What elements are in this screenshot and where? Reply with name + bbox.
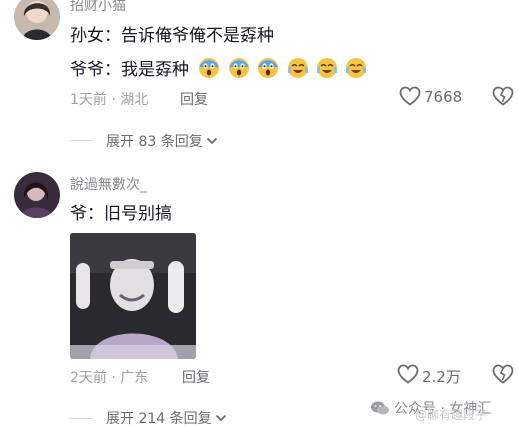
heart-icon[interactable] [399, 86, 421, 106]
tearful-face-emoji [287, 58, 308, 78]
avatar[interactable] [14, 0, 60, 40]
expand-replies-label: 展开 214 条回复 [106, 411, 212, 427]
like-count: 7668 [424, 88, 463, 106]
broken-heart-icon[interactable] [492, 86, 514, 106]
screaming-face-emoji [228, 58, 249, 78]
reply-button[interactable]: 回复 [180, 89, 208, 109]
avatar[interactable] [14, 172, 60, 218]
wechat-icon [371, 401, 389, 415]
screaming-face-emoji [258, 58, 279, 78]
tearful-face-emoji [346, 58, 367, 78]
heart-icon[interactable] [397, 364, 419, 384]
like-count: 2.2万 [422, 368, 461, 386]
broken-heart-icon[interactable] [492, 364, 514, 384]
comment-username[interactable]: 說過無數次_ [70, 174, 147, 194]
comment-username[interactable]: 招财小猫 [70, 0, 126, 15]
comment-text-line: 爷爷：我是孬种 [70, 60, 189, 80]
divider [70, 418, 92, 419]
expand-replies-label: 展开 83 条回复 [106, 134, 203, 150]
divider [70, 140, 92, 141]
expand-replies-button[interactable]: 展开 214 条回复 [106, 408, 227, 428]
chevron-down-icon [206, 137, 217, 145]
chevron-down-icon [215, 414, 226, 422]
tearful-face-emoji [316, 58, 338, 78]
screaming-face-emoji [199, 58, 220, 78]
reply-button[interactable]: 回复 [182, 367, 210, 387]
comment-meta: 1天前 · 湖北 [70, 92, 149, 108]
comment-text: 爷爷：我是孬种 [70, 57, 367, 81]
comment-text: 爷：旧号别搞 [70, 204, 172, 224]
comment-text: 孙女：告诉俺爷俺不是孬种 [70, 26, 274, 46]
comment-image[interactable] [70, 233, 196, 359]
comment-meta: 2天前 · 广东 [70, 370, 149, 386]
watermark-faded: @聊有趣段子 [415, 408, 488, 422]
expand-replies-button[interactable]: 展开 83 条回复 [106, 131, 218, 151]
